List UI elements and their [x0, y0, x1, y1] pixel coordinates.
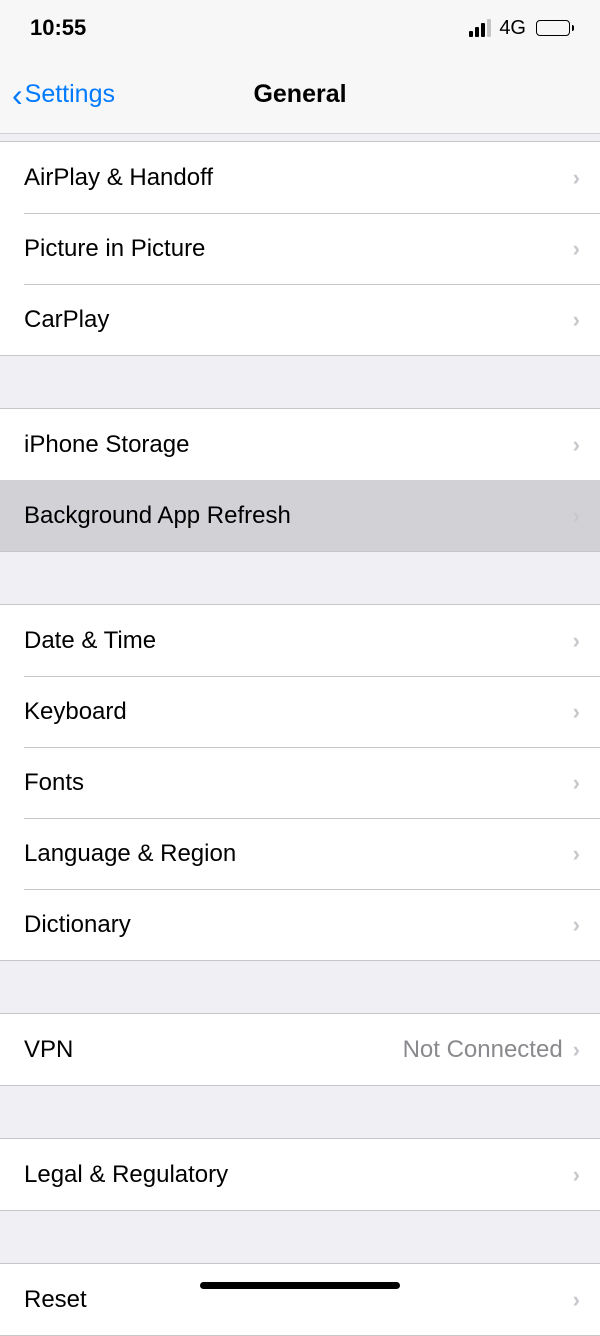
settings-group: Legal & Regulatory› [0, 1138, 600, 1211]
row-label: Background App Refresh [24, 502, 573, 530]
group-spacer [0, 1211, 600, 1263]
chevron-right-icon: › [573, 912, 580, 938]
row-value: Not Connected [403, 1036, 563, 1064]
group-spacer [0, 552, 600, 604]
chevron-right-icon: › [573, 1162, 580, 1188]
chevron-right-icon: › [573, 165, 580, 191]
chevron-right-icon: › [573, 432, 580, 458]
row-label: AirPlay & Handoff [24, 164, 573, 192]
row-date-time[interactable]: Date & Time› [0, 605, 600, 676]
row-background-app-refresh[interactable]: Background App Refresh› [0, 480, 600, 551]
row-reset[interactable]: Reset› [0, 1264, 600, 1335]
chevron-right-icon: › [573, 841, 580, 867]
chevron-right-icon: › [573, 307, 580, 333]
row-iphone-storage[interactable]: iPhone Storage› [0, 409, 600, 480]
home-indicator[interactable] [200, 1282, 400, 1289]
network-label: 4G [499, 17, 526, 40]
chevron-right-icon: › [573, 628, 580, 654]
row-label: Dictionary [24, 911, 573, 939]
page-title: General [253, 80, 346, 109]
chevron-right-icon: › [573, 1037, 580, 1063]
row-label: iPhone Storage [24, 431, 573, 459]
row-label: VPN [24, 1036, 403, 1064]
chevron-right-icon: › [573, 236, 580, 262]
settings-group: Reset› [0, 1263, 600, 1336]
battery-icon [536, 20, 574, 36]
row-label: Language & Region [24, 840, 573, 868]
back-label: Settings [25, 80, 115, 109]
settings-group: iPhone Storage›Background App Refresh› [0, 408, 600, 552]
chevron-right-icon: › [573, 1287, 580, 1313]
settings-group: Date & Time›Keyboard›Fonts›Language & Re… [0, 604, 600, 961]
group-spacer [0, 961, 600, 1013]
settings-group: AirPlay & Handoff›Picture in Picture›Car… [0, 141, 600, 356]
row-label: Date & Time [24, 627, 573, 655]
signal-icon [469, 19, 491, 37]
row-vpn[interactable]: VPNNot Connected › [0, 1014, 600, 1085]
row-airplay-handoff[interactable]: AirPlay & Handoff› [0, 142, 600, 213]
row-fonts[interactable]: Fonts› [0, 747, 600, 818]
row-keyboard[interactable]: Keyboard› [0, 676, 600, 747]
row-label: Legal & Regulatory [24, 1161, 573, 1189]
row-label: Keyboard [24, 698, 573, 726]
status-time: 10:55 [30, 15, 86, 41]
row-label: Fonts [24, 769, 573, 797]
row-carplay[interactable]: CarPlay› [0, 284, 600, 355]
row-label: Picture in Picture [24, 235, 573, 263]
chevron-right-icon: › [573, 770, 580, 796]
chevron-right-icon: › [573, 699, 580, 725]
group-spacer [0, 356, 600, 408]
group-spacer [0, 1086, 600, 1138]
status-bar: 10:55 4G [0, 0, 600, 56]
status-indicators: 4G [469, 17, 574, 40]
row-language-region[interactable]: Language & Region› [0, 818, 600, 889]
row-dictionary[interactable]: Dictionary› [0, 889, 600, 960]
row-picture-in-picture[interactable]: Picture in Picture› [0, 213, 600, 284]
chevron-right-icon: › [573, 503, 580, 529]
row-legal-regulatory[interactable]: Legal & Regulatory› [0, 1139, 600, 1210]
nav-bar: ‹ Settings General [0, 56, 600, 134]
row-label: Reset [24, 1286, 573, 1314]
row-label: CarPlay [24, 306, 573, 334]
chevron-left-icon: ‹ [12, 79, 23, 111]
back-button[interactable]: ‹ Settings [12, 79, 115, 111]
settings-group: VPNNot Connected › [0, 1013, 600, 1086]
